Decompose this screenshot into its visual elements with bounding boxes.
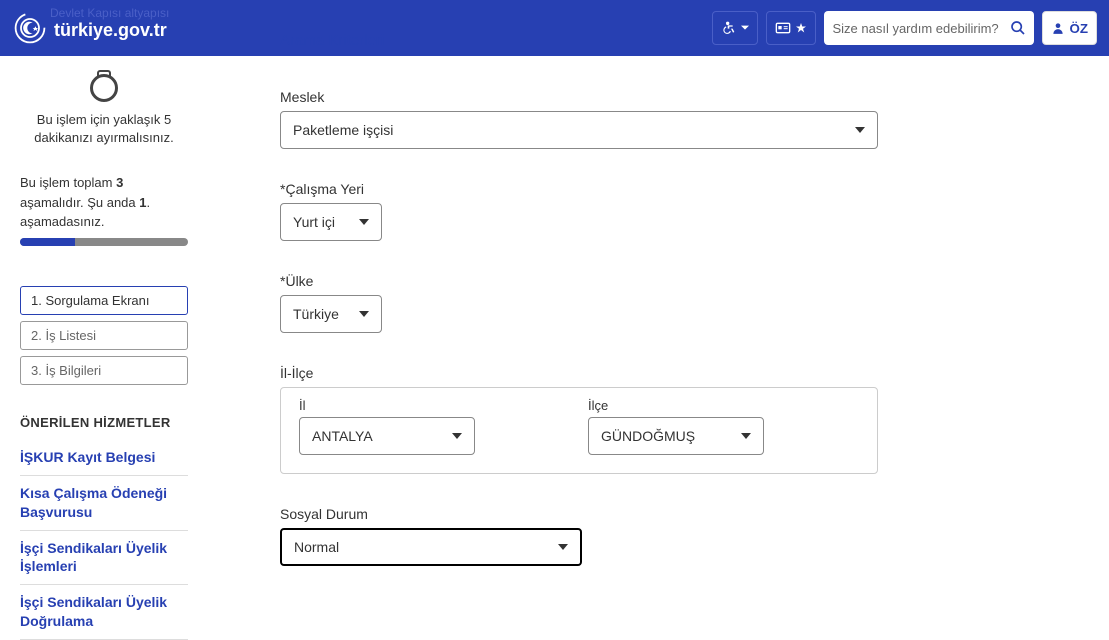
recommended-title: ÖNERİLEN HİZMETLER [20, 415, 188, 430]
label-il-ilce: İl-İlçe [280, 365, 1060, 381]
criteria-title: Arama Kriterleri [280, 32, 1060, 49]
field-meslek: Meslek Paketleme işçisi [280, 89, 1060, 149]
step-3[interactable]: 3. İş Bilgileri [20, 356, 188, 385]
rec-link-kisa-calisma[interactable]: Kısa Çalışma Ödeneği Başvurusu [20, 476, 188, 531]
step-2[interactable]: 2. İş Listesi [20, 321, 188, 350]
select-ilce[interactable]: GÜNDOĞMUŞ [588, 417, 764, 455]
steps-list: 1. Sorgulama Ekranı 2. İş Listesi 3. İş … [20, 286, 188, 385]
timer-text: Bu işlem için yaklaşık 5 dakikanızı ayır… [20, 111, 188, 147]
label-il: İl [299, 398, 570, 413]
field-ulke: Ülke Türkiye [280, 273, 1060, 333]
select-il[interactable]: ANTALYA [299, 417, 475, 455]
label-meslek: Meslek [280, 89, 1060, 105]
timer-icon [90, 74, 118, 102]
timer-widget: Bu işlem için yaklaşık 5 dakikanızı ayır… [20, 74, 188, 147]
rec-link-sendika-uyelik[interactable]: İşçi Sendikaları Üyelik İşlemleri [20, 531, 188, 586]
select-calisma-yeri[interactable]: Yurt içi [280, 203, 382, 241]
progress-bar [20, 238, 188, 246]
label-calisma-yeri: Çalışma Yeri [280, 181, 1060, 197]
label-sosyal-durum: Sosyal Durum [280, 506, 1060, 522]
rec-link-iskur[interactable]: İŞKUR Kayıt Belgesi [20, 440, 188, 476]
user-label: ÖZ [1069, 21, 1088, 36]
main-form: Arama Kriterleri Meslek Paketleme işçisi… [200, 74, 1100, 640]
select-sosyal-value: Normal [294, 539, 339, 555]
select-sosyal-durum[interactable]: Normal [280, 528, 582, 566]
select-ilce-value: GÜNDOĞMUŞ [601, 428, 695, 444]
select-ulke[interactable]: Türkiye [280, 295, 382, 333]
sidebar: Bu işlem için yaklaşık 5 dakikanızı ayır… [0, 74, 200, 640]
field-sosyal-durum: Sosyal Durum Normal [280, 506, 1060, 566]
rec-link-sendika-dogrulama[interactable]: İşçi Sendikaları Üyelik Doğrulama [20, 585, 188, 640]
select-meslek[interactable]: Paketleme işçisi [280, 111, 878, 149]
label-ilce: İlçe [588, 398, 859, 413]
logo-text: türkiye.gov.tr [54, 20, 167, 41]
select-meslek-value: Paketleme işçisi [293, 122, 393, 138]
field-calisma-yeri: Çalışma Yeri Yurt içi [280, 181, 1060, 241]
infra-text: Devlet Kapısı altyapısı [50, 6, 169, 20]
select-il-value: ANTALYA [312, 428, 373, 444]
step-1[interactable]: 1. Sorgulama Ekranı [20, 286, 188, 315]
logo-icon [12, 10, 48, 46]
select-ulke-value: Türkiye [293, 306, 339, 322]
il-ilce-group: İl ANTALYA İlçe GÜNDOĞMUŞ [280, 387, 878, 474]
progress-text: Bu işlem toplam 3 aşamalıdır. Şu anda 1.… [20, 173, 188, 232]
chevron-down-icon [741, 24, 749, 32]
select-calisma-value: Yurt içi [293, 214, 335, 230]
progress-fill [20, 238, 75, 246]
field-il-ilce: İl-İlçe İl ANTALYA İlçe GÜNDOĞMUŞ [280, 365, 1060, 474]
label-ulke: Ülke [280, 273, 1060, 289]
